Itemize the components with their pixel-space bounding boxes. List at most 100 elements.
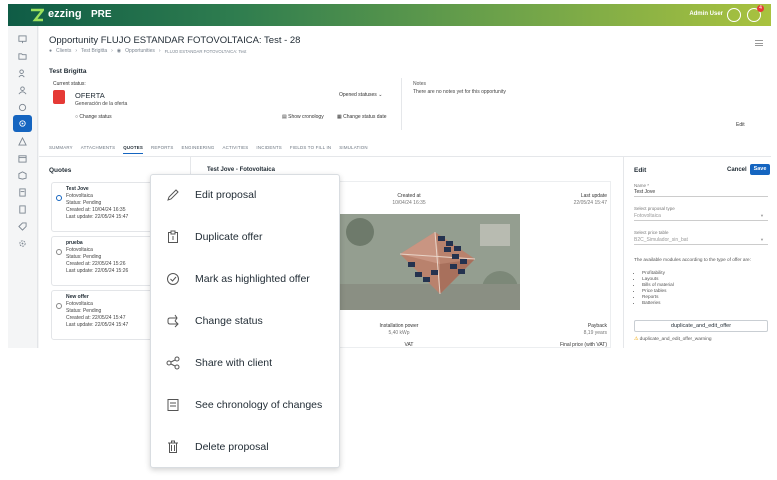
status-description: Generación de la oferta [75, 101, 128, 107]
menu-item-duplicate-offer[interactable]: Duplicate offer [151, 222, 341, 252]
quote-radio[interactable] [56, 303, 62, 309]
name-field-label: Name * [634, 183, 650, 188]
roof-satellite-image [340, 214, 520, 310]
document-history-icon [165, 397, 181, 413]
modules-info: The available modules according to the t… [634, 257, 751, 262]
tab-activities[interactable]: ACTIVITIES [223, 145, 249, 154]
chevron-down-icon: ⌄ [378, 92, 383, 98]
menu-item-edit-proposal[interactable]: Edit proposal [151, 180, 341, 210]
user-avatar-icon[interactable] [727, 8, 741, 22]
name-field[interactable]: Test Jove [634, 189, 768, 197]
user-name[interactable]: Admin User [689, 11, 723, 17]
sidebar-item-reports[interactable] [14, 185, 30, 199]
edit-notes-button[interactable]: Edit [736, 122, 745, 128]
gear-icon [18, 239, 26, 247]
clients-crumb-icon: ● [49, 48, 53, 54]
tab-summary[interactable]: SUMMARY [49, 145, 73, 154]
opened-statuses-label: Opened statuses [339, 92, 377, 98]
caret-down-icon: ▼ [760, 237, 764, 242]
sidebar-item-products[interactable] [14, 168, 30, 182]
quote-context-menu: Edit proposal Duplicate offer Mark as hi… [150, 174, 340, 468]
hamburger-menu-icon[interactable] [755, 40, 763, 46]
opened-statuses-dropdown[interactable]: Opened statuses ⌄ [339, 92, 382, 98]
folder-icon [17, 52, 27, 60]
change-status-link[interactable]: ○ Change status [75, 114, 112, 120]
quote-updated: Last update: 22/05/24 15:47 [66, 214, 129, 220]
menu-item-change-status[interactable]: Change status [151, 306, 341, 336]
tab-incidents[interactable]: INCIDENTS [256, 145, 281, 154]
quote-updated: Last update: 22/05/24 15:26 [66, 268, 129, 274]
warning-icon [17, 136, 27, 146]
sidebar-item-alerts[interactable] [14, 134, 30, 148]
proposal-type-select[interactable]: Fotovoltaica ▼ [634, 213, 768, 221]
created-value: 10/04/24 16:35 [392, 200, 426, 206]
sidebar-item-tags[interactable] [14, 219, 30, 233]
check-circle-icon [165, 271, 181, 287]
quote-radio[interactable] [56, 249, 62, 255]
tab-fields-to-fill-in[interactable]: FIELDS TO FILL IN [290, 145, 331, 154]
sidebar-item-folder[interactable] [14, 49, 30, 63]
quotes-title: Quotes [49, 167, 72, 174]
sidebar-item-documents[interactable] [14, 202, 30, 216]
sidebar-item-settings[interactable] [14, 236, 30, 250]
menu-label: Delete proposal [195, 441, 269, 453]
divider [401, 78, 402, 130]
final-price-label: Final price (with VAT) [559, 342, 607, 348]
change-status-date-button[interactable]: ▦ Change status date [337, 114, 387, 120]
breadcrumb-separator: › [111, 48, 113, 54]
sidebar [8, 26, 38, 348]
sidebar-item-presentation[interactable] [14, 32, 30, 46]
sidebar-item-clients[interactable] [14, 100, 30, 114]
change-status-date-label: Change status date [343, 114, 387, 120]
quote-created: Created at: 22/05/24 15:26 [66, 261, 126, 267]
document-icon [18, 204, 26, 214]
edit-panel-title: Edit [634, 167, 647, 174]
tab-simulation[interactable]: SIMULATION [339, 145, 368, 154]
module-list: Profitability Layouts Bills of material … [638, 270, 674, 306]
notes-label: Notes [413, 81, 427, 87]
share-icon [165, 355, 181, 371]
tab-attachments[interactable]: ATTACHMENTS [81, 145, 115, 154]
save-button[interactable]: Save [750, 164, 770, 175]
quote-updated: Last update: 22/05/24 15:47 [66, 322, 129, 328]
quote-status: Status: Pending [66, 308, 102, 314]
sidebar-item-users[interactable] [14, 66, 30, 80]
menu-item-delete-proposal[interactable]: Delete proposal [151, 432, 341, 462]
breadcrumb-opportunities[interactable]: Opportunities [125, 48, 155, 54]
sidebar-item-calendar[interactable] [14, 151, 30, 165]
sidebar-item-contacts[interactable] [14, 83, 30, 97]
status-name: OFERTA [75, 91, 105, 100]
client-name: Test Brigitta [49, 68, 87, 75]
created-label: Created at [397, 193, 421, 199]
warning-icon: ⚠ [634, 337, 639, 342]
quote-created: Created at: 10/04/24 16:35 [66, 207, 126, 213]
ezzing-logo-icon [31, 8, 44, 22]
menu-item-see-chronology[interactable]: See chronology of changes [151, 390, 341, 420]
clipboard-icon [165, 229, 181, 245]
quote-radio[interactable] [56, 195, 62, 201]
cancel-button[interactable]: Cancel [727, 167, 747, 173]
presentation-icon [17, 34, 27, 43]
menu-label: Share with client [195, 357, 273, 369]
tab-bar: SUMMARY ATTACHMENTS QUOTES REPORTS ENGIN… [49, 145, 368, 154]
notification-badge: 4 [757, 5, 764, 12]
menu-item-mark-highlighted[interactable]: Mark as highlighted offer [151, 264, 341, 294]
tab-engineering[interactable]: ENGINEERING [182, 145, 215, 154]
tab-reports[interactable]: REPORTS [151, 145, 174, 154]
breadcrumb-clients[interactable]: Clients [56, 48, 71, 54]
calendar-icon [17, 154, 27, 163]
breadcrumb-opportunity: FLUJO ESTANDAR FOTOVOLTAICA: Test [164, 48, 247, 54]
breadcrumb-client[interactable]: Test Brigitta [81, 48, 107, 54]
price-table-select[interactable]: B2C_Simulador_sin_bat ▼ [634, 237, 768, 245]
quote-created: Created at: 22/05/24 15:47 [66, 315, 126, 321]
menu-label: Duplicate offer [195, 231, 263, 243]
sidebar-item-opportunities[interactable] [13, 115, 32, 132]
pencil-icon [165, 187, 181, 203]
app-window: ezzing PRE Admin User 4 Opportunity FLUJ… [8, 4, 771, 348]
clients-icon [18, 103, 26, 111]
tab-quotes[interactable]: QUOTES [123, 145, 143, 154]
duplicate-and-edit-button[interactable]: duplicate_and_edit_offer [634, 320, 768, 332]
menu-item-share-with-client[interactable]: Share with client [151, 348, 341, 378]
menu-label: Change status [195, 315, 263, 327]
show-chronology-button[interactable]: ▤ Show cronology [282, 114, 324, 120]
